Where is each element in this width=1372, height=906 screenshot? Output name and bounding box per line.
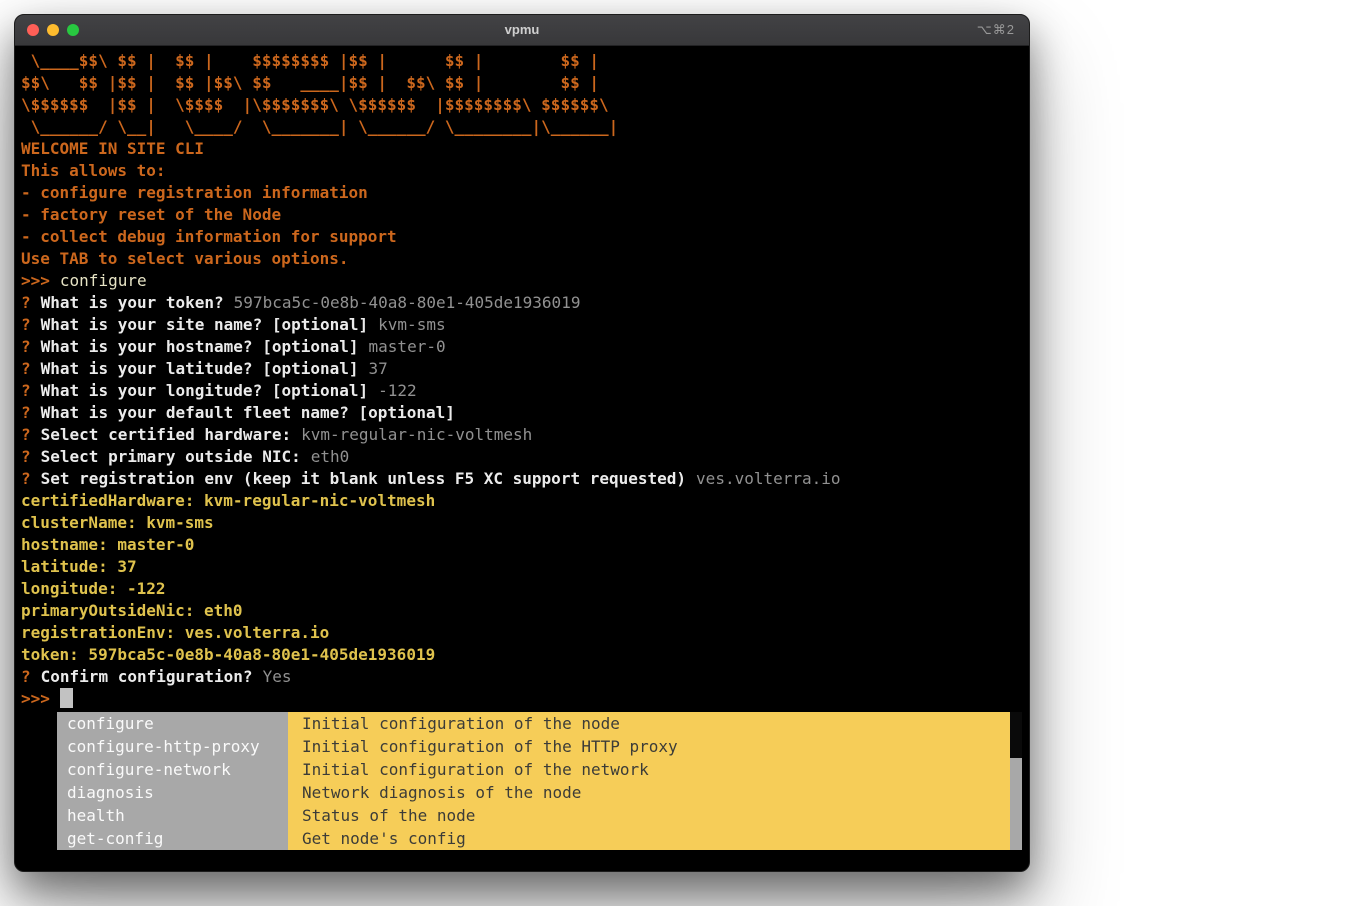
ascii-banner: \____$$\ $$ | $$ | $$$$$$$$ |$$ | $$ | $… <box>21 50 1029 138</box>
completion-menu-scrollbar[interactable] <box>1010 712 1022 850</box>
question-text: What is your site name? [optional] <box>41 315 369 334</box>
config-summary-line: longitude: -122 <box>21 578 1029 600</box>
confirm-line: ? Confirm configuration? Yes <box>21 666 1029 688</box>
answer-text: eth0 <box>311 447 350 466</box>
config-summary-line: clusterName: kvm-sms <box>21 512 1029 534</box>
prompt-question-line: ? What is your longitude? [optional] -122 <box>21 380 1029 402</box>
question-mark: ? <box>21 403 31 422</box>
question-text: What is your latitude? [optional] <box>41 359 359 378</box>
completion-command: get-config <box>57 827 288 850</box>
prompt-question-line: ? What is your latitude? [optional] 37 <box>21 358 1029 380</box>
prompt-symbol: >>> <box>21 689 50 708</box>
answer-text: -122 <box>378 381 417 400</box>
completion-menu[interactable]: configureInitial configuration of the no… <box>57 712 1022 850</box>
completion-item-diagnosis[interactable]: diagnosisNetwork diagnosis of the node <box>57 781 1022 804</box>
desktop: vpmu ⌥⌘2 \____$$\ $$ | $$ | $$$$$$$$ |$$… <box>0 0 1372 906</box>
prompt-question-line: ? What is your site name? [optional] kvm-s… <box>21 314 1029 336</box>
question-text: Set registration env (keep it blank unle… <box>41 469 686 488</box>
confirm-answer: Yes <box>263 667 292 686</box>
completion-command: configure <box>57 712 288 735</box>
question-answer-block: ? What is your token? 597bca5c-0e8b-40a8-8… <box>21 292 1029 490</box>
question-text: What is your longitude? [optional] <box>41 381 369 400</box>
completion-description: Initial configuration of the network <box>288 758 1022 781</box>
prompt-question-line: ? What is your token? 597bca5c-0e8b-40a8-8… <box>21 292 1029 314</box>
question-mark: ? <box>21 447 31 466</box>
completion-command: diagnosis <box>57 781 288 804</box>
completion-description: Status of the node <box>288 804 1022 827</box>
question-text: What is your hostname? [optional] <box>41 337 359 356</box>
config-summary-line: certifiedHardware: kvm-regular-nic-voltm… <box>21 490 1029 512</box>
executed-command: configure <box>60 271 147 290</box>
completion-description: Initial configuration of the node <box>288 712 1022 735</box>
prompt-symbol: >>> <box>21 271 50 290</box>
completion-command: configure-http-proxy <box>57 735 288 758</box>
completion-command: health <box>57 804 288 827</box>
intro-line: - configure registration information <box>21 182 1029 204</box>
answer-text: master-0 <box>369 337 446 356</box>
intro-line: - factory reset of the Node <box>21 204 1029 226</box>
question-mark: ? <box>21 667 31 686</box>
completion-description: Network diagnosis of the node <box>288 781 1022 804</box>
window-title: vpmu <box>15 15 1029 45</box>
config-summary-line: primaryOutsideNic: eth0 <box>21 600 1029 622</box>
titlebar[interactable]: vpmu ⌥⌘2 <box>15 15 1029 46</box>
prompt-question-line: ? Select certified hardware: kvm-regular-n… <box>21 424 1029 446</box>
scrollbar-thumb[interactable] <box>1010 712 1022 758</box>
answer-text: kvm-regular-nic-voltmesh <box>301 425 532 444</box>
intro-block: WELCOME IN SITE CLIThis allows to:- conf… <box>21 138 1029 270</box>
completion-menu-rows: configureInitial configuration of the no… <box>57 712 1022 850</box>
completion-description: Get node's config <box>288 827 1022 850</box>
completion-item-get-config[interactable]: get-configGet node's config <box>57 827 1022 850</box>
intro-line: - collect debug information for support <box>21 226 1029 248</box>
completion-description: Initial configuration of the HTTP proxy <box>288 735 1022 758</box>
prompt-question-line: ? What is your hostname? [optional] master… <box>21 336 1029 358</box>
question-mark: ? <box>21 359 31 378</box>
prompt-question-line: ? Set registration env (keep it blank unl… <box>21 468 1029 490</box>
completion-item-configure-network[interactable]: configure-networkInitial configuration o… <box>57 758 1022 781</box>
prompt-question-line: ? What is your default fleet name? [optio… <box>21 402 1029 424</box>
config-summary-line: latitude: 37 <box>21 556 1029 578</box>
question-mark: ? <box>21 315 31 334</box>
config-summary-line: hostname: master-0 <box>21 534 1029 556</box>
question-mark: ? <box>21 337 31 356</box>
completion-item-configure-http-proxy[interactable]: configure-http-proxyInitial configuratio… <box>57 735 1022 758</box>
executed-command-line: >>> configure <box>21 270 1029 292</box>
answer-text: ves.volterra.io <box>696 469 841 488</box>
question-text: What is your token? <box>41 293 224 312</box>
answer-text: kvm-sms <box>378 315 445 334</box>
terminal-window: vpmu ⌥⌘2 \____$$\ $$ | $$ | $$$$$$$$ |$$… <box>14 14 1030 872</box>
text-cursor <box>60 688 73 708</box>
question-mark: ? <box>21 469 31 488</box>
config-summary-block: certifiedHardware: kvm-regular-nic-voltm… <box>21 490 1029 666</box>
intro-line: Use TAB to select various options. <box>21 248 1029 270</box>
prompt-question-line: ? Select primary outside NIC: eth0 <box>21 446 1029 468</box>
terminal-content[interactable]: \____$$\ $$ | $$ | $$$$$$$$ |$$ | $$ | $… <box>15 46 1029 850</box>
question-mark: ? <box>21 425 31 444</box>
completion-command: configure-network <box>57 758 288 781</box>
question-text: Select certified hardware: <box>41 425 291 444</box>
window-shortcut-badge: ⌥⌘2 <box>977 15 1015 45</box>
completion-item-configure[interactable]: configureInitial configuration of the no… <box>57 712 1022 735</box>
answer-text: 597bca5c-0e8b-40a8-80e1-405de1936019 <box>234 293 581 312</box>
intro-line: WELCOME IN SITE CLI <box>21 138 1029 160</box>
answer-text: 37 <box>369 359 388 378</box>
question-mark: ? <box>21 293 31 312</box>
config-summary-line: token: 597bca5c-0e8b-40a8-80e1-405de1936… <box>21 644 1029 666</box>
active-prompt-line[interactable]: >>> <box>21 688 1029 710</box>
question-text: What is your default fleet name? [option… <box>41 403 455 422</box>
question-text: Select primary outside NIC: <box>41 447 301 466</box>
intro-line: This allows to: <box>21 160 1029 182</box>
config-summary-line: registrationEnv: ves.volterra.io <box>21 622 1029 644</box>
question-mark: ? <box>21 381 31 400</box>
confirm-question: Confirm configuration? <box>41 667 253 686</box>
completion-item-health[interactable]: healthStatus of the node <box>57 804 1022 827</box>
